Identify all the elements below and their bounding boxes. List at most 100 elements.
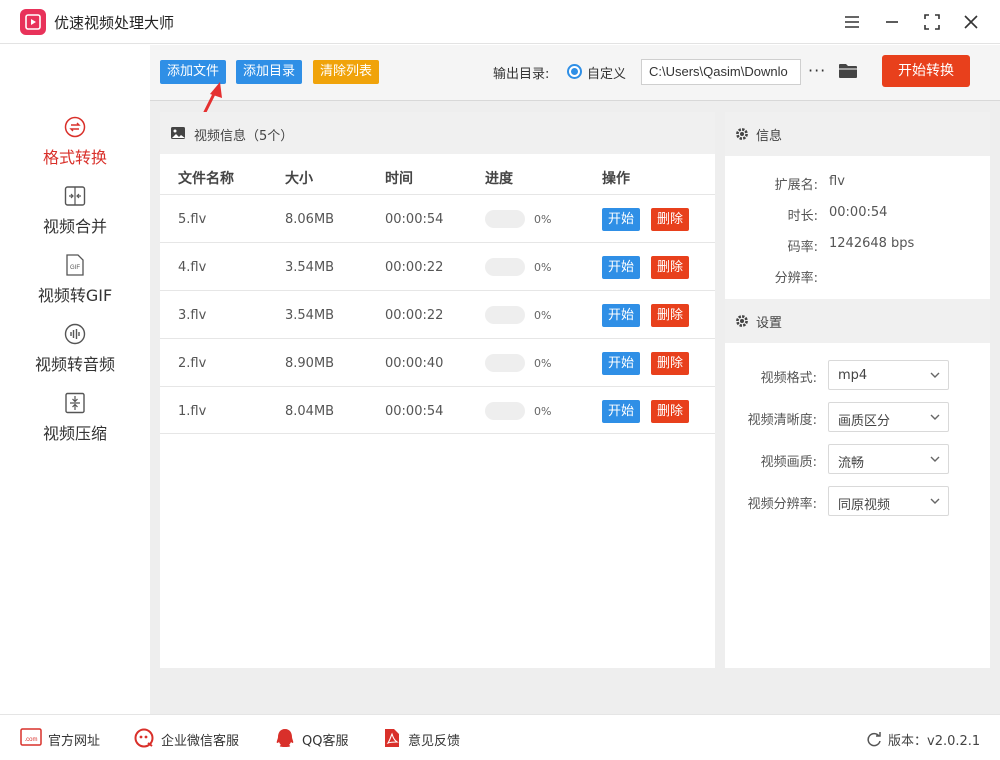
app-title: 优速视频处理大师 — [54, 14, 175, 32]
progress-bar — [485, 306, 525, 324]
progress-percent: 0% — [534, 357, 552, 370]
column-header-size: 大小 — [285, 171, 313, 187]
sidebar-item-audio[interactable]: 视频转音频 — [0, 322, 150, 382]
file-size: 3.54MB — [285, 308, 335, 323]
progress-bar — [485, 402, 525, 420]
start-button[interactable]: 开始 — [602, 256, 641, 279]
file-size: 8.06MB — [285, 212, 335, 227]
sidebar-item-label: 视频压缩 — [42, 424, 107, 443]
video-format-select[interactable]: mp4 — [828, 360, 949, 390]
progress-bar — [485, 210, 525, 228]
setting-label-quality: 视频画质: — [760, 455, 817, 470]
delete-button[interactable]: 删除 — [651, 400, 690, 423]
format-convert-icon — [64, 116, 86, 138]
setting-label-resolution: 视频分辨率: — [747, 497, 817, 512]
start-button[interactable]: 开始 — [602, 304, 641, 327]
svg-text:GIF: GIF — [70, 265, 80, 271]
sidebar-item-label: 视频合并 — [42, 217, 107, 236]
custom-output-radio[interactable] — [567, 64, 582, 79]
sidebar: 格式转换 视频合并 GIF 视频转GIF 视频转音频 视频压缩 — [0, 45, 150, 714]
video-quality-select[interactable]: 流畅 — [828, 444, 949, 474]
video-resolution-select[interactable]: 同原视频 — [828, 486, 949, 516]
gif-icon: GIF — [66, 254, 84, 276]
video-clarity-select[interactable]: 画质区分 — [828, 402, 949, 432]
clear-list-button[interactable]: 清除列表 — [313, 60, 380, 84]
qq-service-link[interactable]: QQ客服 — [274, 715, 354, 760]
custom-output-label[interactable]: 自定义 — [587, 63, 626, 82]
output-path-input[interactable]: C:\Users\Qasim\Downlo — [641, 59, 801, 85]
output-directory-label: 输出目录: — [493, 67, 550, 82]
progress-percent: 0% — [534, 261, 552, 274]
file-name: 1.flv — [178, 404, 207, 419]
info-key-bitrate: 码率: — [787, 240, 818, 255]
gear-icon — [736, 128, 748, 140]
delete-button[interactable]: 删除 — [651, 256, 690, 279]
info-value-extension: flv — [829, 174, 845, 189]
file-name: 3.flv — [178, 308, 207, 323]
title-bar: 优速视频处理大师 — [0, 0, 1000, 44]
feedback-link[interactable]: 意见反馈 — [384, 715, 469, 760]
sidebar-item-compress[interactable]: 视频压缩 — [0, 391, 150, 451]
video-panel-title: 视频信息（5个） — [194, 129, 294, 144]
file-duration: 00:00:40 — [385, 356, 444, 371]
footer: .com 官方网址 企业微信客服 QQ客服 意见反馈 版本：v2.0.2.1 — [0, 714, 1000, 760]
video-panel-header: 视频信息（5个） — [160, 112, 715, 154]
file-duration: 00:00:22 — [385, 308, 444, 323]
info-header: 信息 — [725, 112, 990, 156]
folder-icon[interactable] — [838, 62, 858, 79]
maximize-icon[interactable] — [921, 11, 943, 33]
start-button[interactable]: 开始 — [602, 352, 641, 375]
svg-text:.com: .com — [24, 737, 37, 743]
chevron-down-icon — [930, 414, 940, 420]
hamburger-icon[interactable] — [841, 11, 863, 33]
sidebar-item-merge[interactable]: 视频合并 — [0, 184, 150, 244]
start-convert-button[interactable]: 开始转换 — [882, 55, 970, 87]
footer-link-label: 官方网址 — [48, 734, 101, 749]
info-title: 信息 — [756, 129, 783, 144]
qq-icon — [276, 729, 294, 747]
settings-title: 设置 — [756, 316, 783, 331]
start-button[interactable]: 开始 — [602, 400, 641, 423]
footer-link-label: 企业微信客服 — [161, 734, 240, 749]
table-row[interactable]: 3.flv 3.54MB 00:00:22 0% 开始 删除 — [160, 290, 715, 338]
wechat-service-icon — [134, 728, 154, 748]
delete-button[interactable]: 删除 — [651, 352, 690, 375]
select-value: 画质区分 — [838, 414, 891, 429]
file-name: 5.flv — [178, 212, 207, 227]
browse-more-button[interactable]: ··· — [808, 61, 826, 80]
delete-button[interactable]: 删除 — [651, 208, 690, 231]
wechat-service-link[interactable]: 企业微信客服 — [134, 715, 249, 760]
audio-icon — [64, 323, 86, 345]
table-row[interactable]: 1.flv 8.04MB 00:00:54 0% 开始 删除 — [160, 386, 715, 434]
toolbar: 添加文件 添加目录 清除列表 输出目录: 自定义 C:\Users\Qasim\… — [150, 45, 1000, 101]
sidebar-item-label: 视频转音频 — [34, 355, 115, 374]
column-header-action: 操作 — [602, 171, 630, 187]
info-key-extension: 扩展名: — [774, 178, 818, 193]
merge-icon — [64, 186, 86, 206]
feedback-icon — [385, 729, 399, 747]
info-settings-panel: 信息 扩展名: flv 时长: 00:00:54 码率: 1242648 bps… — [725, 112, 990, 668]
table-row[interactable]: 4.flv 3.54MB 00:00:22 0% 开始 删除 — [160, 242, 715, 290]
progress-bar — [485, 354, 525, 372]
official-website-link[interactable]: .com 官方网址 — [20, 715, 110, 760]
minimize-icon[interactable] — [881, 11, 903, 33]
info-value-duration: 00:00:54 — [829, 205, 888, 220]
add-directory-button[interactable]: 添加目录 — [236, 60, 303, 84]
file-duration: 00:00:54 — [385, 404, 444, 419]
refresh-icon[interactable] — [866, 731, 882, 747]
table-row[interactable]: 2.flv 8.90MB 00:00:40 0% 开始 删除 — [160, 338, 715, 386]
delete-button[interactable]: 删除 — [651, 304, 690, 327]
file-size: 3.54MB — [285, 260, 335, 275]
sidebar-item-format-convert[interactable]: 格式转换 — [0, 115, 150, 175]
file-duration: 00:00:22 — [385, 260, 444, 275]
close-icon[interactable] — [960, 11, 982, 33]
app-logo-icon — [20, 9, 46, 35]
column-header-name: 文件名称 — [178, 171, 234, 187]
progress-percent: 0% — [534, 309, 552, 322]
video-list-panel: 视频信息（5个） 文件名称 大小 时间 进度 操作 5.flv 8.06MB 0… — [160, 112, 715, 668]
start-button[interactable]: 开始 — [602, 208, 641, 231]
chevron-down-icon — [930, 456, 940, 462]
select-value: 同原视频 — [838, 498, 891, 513]
table-row[interactable]: 5.flv 8.06MB 00:00:54 0% 开始 删除 — [160, 194, 715, 242]
sidebar-item-gif[interactable]: GIF 视频转GIF — [0, 253, 150, 313]
